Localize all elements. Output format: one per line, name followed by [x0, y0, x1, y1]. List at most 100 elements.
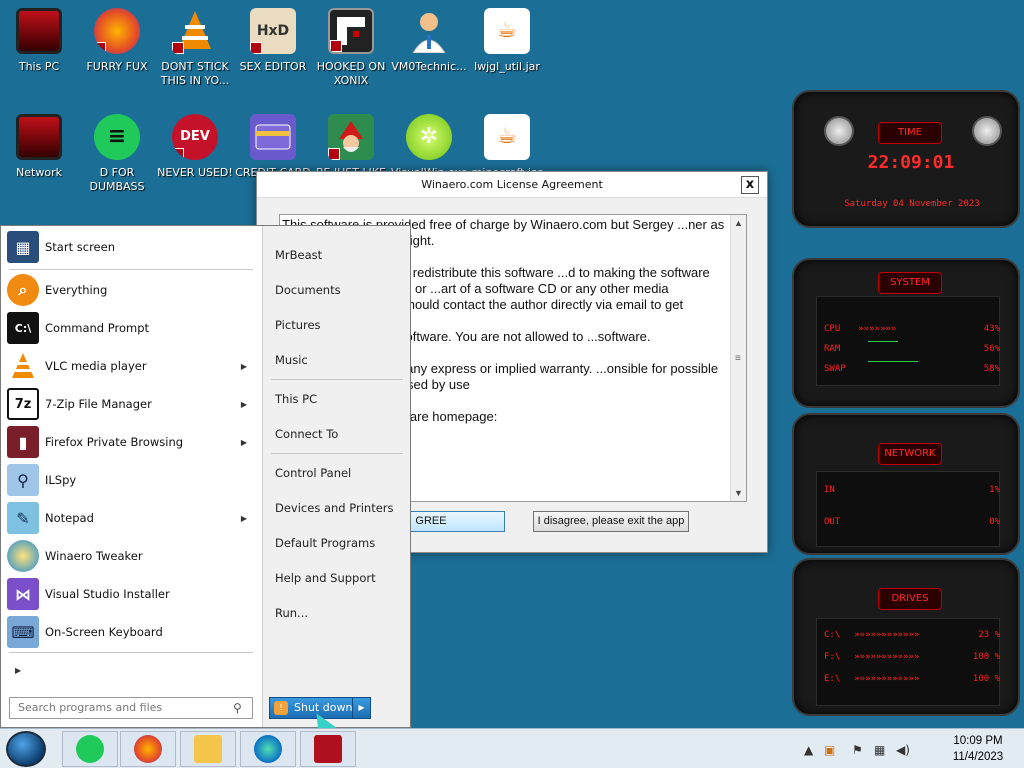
submenu-arrow-icon: ▶: [240, 513, 247, 523]
swap-graph-line: [868, 361, 918, 362]
firefox-icon: [134, 735, 162, 763]
desktop-icon-furry-fux[interactable]: FURRY FUX: [79, 4, 155, 74]
desktop-icon-vm0technic[interactable]: VM0Technic...: [391, 4, 467, 74]
taskbar-app-file-explorer[interactable]: [180, 731, 236, 767]
system-gadget[interactable]: SYSTEM CPU»»»»»»» 43% RAM 56% SWAP 58%: [792, 258, 1020, 408]
start-link-run[interactable]: Run...: [275, 606, 308, 620]
start-item-command-prompt[interactable]: C:\ Command Prompt: [7, 311, 255, 345]
desktop-icon-sex-editor[interactable]: HxD SEX EDITOR: [235, 4, 311, 74]
desktop-icon-lwjgl-util[interactable]: ☕ lwjgl_util.jar: [469, 4, 545, 74]
desktop-icon-never-used[interactable]: DEV NEVER USED!: [157, 110, 233, 180]
scroll-grip-icon[interactable]: ≡: [735, 351, 741, 367]
tray-app-icon[interactable]: ▣: [824, 743, 835, 757]
desktop-icon-dont-stick[interactable]: DONT STICK THIS IN YO...: [157, 4, 233, 88]
desktop-icon-d-for-dumbass[interactable]: ≡ D FOR DUMBASS: [79, 110, 155, 194]
start-link-connect-to[interactable]: Connect To: [275, 427, 338, 441]
shutdown-icon: !: [274, 701, 288, 715]
desktop-icon-this-pc[interactable]: This PC: [1, 4, 77, 74]
shutdown-options-arrow-icon[interactable]: ▶: [352, 698, 370, 718]
start-button[interactable]: [6, 731, 46, 767]
volume-icon[interactable]: ◀): [896, 743, 910, 757]
separator: [271, 453, 403, 454]
desktop-icon-network[interactable]: Network: [1, 110, 77, 180]
desktop-icon-label: Network: [16, 166, 62, 179]
doctor-avatar-icon: [406, 8, 452, 54]
firefox-icon: [94, 8, 140, 54]
desktop-icon-hooked-on-xonix[interactable]: HOOKED ON XONIX: [313, 4, 389, 88]
close-button[interactable]: x: [741, 176, 759, 194]
desktop-icon-label: DONT STICK THIS IN YO...: [160, 60, 230, 87]
network-gadget[interactable]: NETWORK IN 1% OUT 0%: [792, 413, 1020, 555]
start-link-control-panel[interactable]: Control Panel: [275, 466, 351, 480]
vlc-cone-icon: [172, 8, 218, 54]
winaero-app-icon: [314, 735, 342, 763]
start-item-firefox-private[interactable]: ▮ Firefox Private Browsing ▶: [7, 425, 255, 459]
start-item-start-screen[interactable]: ▦ Start screen: [7, 230, 255, 264]
separator: [9, 652, 253, 653]
start-item-label: Command Prompt: [45, 321, 150, 335]
network-tray-icon[interactable]: ▦: [874, 743, 885, 757]
file-explorer-icon: [194, 735, 222, 763]
taskbar-app-edge[interactable]: [240, 731, 296, 767]
desktop-icon-be-just-like[interactable]: BE JUST LIKE: [313, 110, 389, 180]
action-center-flag-icon[interactable]: ⚑: [852, 743, 863, 757]
ram-graph-line: [868, 341, 898, 342]
start-link-help-support[interactable]: Help and Support: [275, 571, 376, 585]
scroll-up-icon[interactable]: ▲: [731, 215, 746, 231]
gadget-row-cpu: CPU»»»»»»» 43%: [824, 324, 1000, 334]
start-item-notepad[interactable]: ✎ Notepad ▶: [7, 501, 255, 535]
desktop-icon-minecraft-jar[interactable]: ☕ minecraft.jar: [469, 110, 545, 180]
start-link-documents[interactable]: Documents: [275, 283, 341, 297]
start-item-on-screen-keyboard[interactable]: ⌨ On-Screen Keyboard: [7, 615, 255, 649]
start-item-7zip[interactable]: 7z 7-Zip File Manager ▶: [7, 387, 255, 421]
start-link-music[interactable]: Music: [275, 353, 308, 367]
desktop-icon-label: HOOKED ON XONIX: [316, 60, 386, 87]
start-item-visual-studio-installer[interactable]: ⋈ Visual Studio Installer: [7, 577, 255, 611]
gadget-row-drive-e: E:\»»»»»»»»»»»» 100 %: [824, 674, 1000, 684]
start-item-ilspy[interactable]: ⚲ ILSpy: [7, 463, 255, 497]
notepad-icon: ✎: [7, 502, 39, 534]
start-item-vlc[interactable]: VLC media player ▶: [7, 349, 255, 383]
taskbar-clock[interactable]: 10:09 PM 11/4/2023: [942, 733, 1014, 765]
time-gadget[interactable]: TIME 22:09:01 Saturday 04 November 2023: [792, 90, 1020, 228]
vlc-icon: [7, 350, 39, 382]
start-item-everything[interactable]: ⌕ Everything: [7, 273, 255, 307]
search-icon: ⚲: [233, 701, 242, 715]
dumbass-app-icon: [76, 735, 104, 763]
taskbar-app-winaero[interactable]: [300, 731, 356, 767]
start-link-this-pc[interactable]: This PC: [275, 392, 317, 406]
start-link-pictures[interactable]: Pictures: [275, 318, 321, 332]
java-icon: ☕: [484, 8, 530, 54]
desktop-icon-label: VM0Technic...: [391, 60, 467, 73]
desktop-icon-label: SEX EDITOR: [239, 60, 307, 73]
clock-date: 11/4/2023: [952, 751, 1004, 763]
start-link-default-programs[interactable]: Default Programs: [275, 536, 375, 550]
dialog-titlebar[interactable]: Winaero.com License Agreement x: [257, 172, 767, 198]
start-link-devices-printers[interactable]: Devices and Printers: [275, 501, 394, 515]
visual-studio-icon: ⋈: [7, 578, 39, 610]
alien-head-icon: [824, 116, 854, 146]
desktop-icon-label: D FOR DUMBASS: [89, 166, 145, 193]
search-input[interactable]: Search programs and files: [9, 697, 253, 719]
disagree-button[interactable]: I disagree, please exit the app: [533, 511, 689, 532]
start-link-mrbeast[interactable]: MrBeast: [275, 248, 322, 262]
start-item-label: Notepad: [45, 511, 94, 525]
separator: [271, 379, 403, 380]
command-prompt-icon: C:\: [7, 312, 39, 344]
hxd-editor-icon: HxD: [250, 8, 296, 54]
start-item-label: 7-Zip File Manager: [45, 397, 152, 411]
edge-icon: [254, 735, 282, 763]
desktop-icon-visualwin[interactable]: ✲ VisualWin.exe: [391, 110, 467, 180]
start-item-label: Winaero Tweaker: [45, 549, 143, 563]
scroll-down-icon[interactable]: ▼: [731, 485, 746, 501]
start-item-winaero-tweaker[interactable]: Winaero Tweaker: [7, 539, 255, 573]
taskbar-app-dumbass[interactable]: [62, 731, 118, 767]
drives-gadget[interactable]: DRIVES C:\»»»»»»»»»»»» 23 % F:\»»»»»»»»»»…: [792, 558, 1020, 716]
alien-head-icon: [972, 116, 1002, 146]
gadget-row-drive-c: C:\»»»»»»»»»»»» 23 %: [824, 630, 1000, 640]
show-hidden-icons-icon[interactable]: ▲: [804, 743, 813, 757]
taskbar-app-firefox[interactable]: [120, 731, 176, 767]
all-programs-arrow-icon[interactable]: ▶: [15, 666, 21, 675]
license-scrollbar[interactable]: ▲ ≡ ▼: [730, 215, 746, 501]
keyboard-icon: ⌨: [7, 616, 39, 648]
